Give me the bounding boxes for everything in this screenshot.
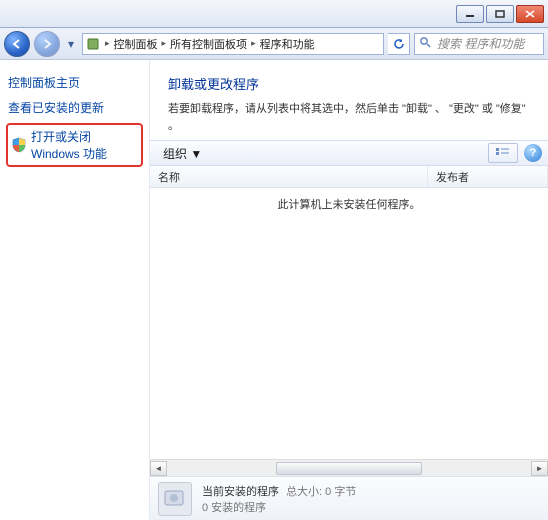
sidebar: 控制面板主页 查看已安装的更新 打开或关闭 Windows 功能 (0, 60, 150, 520)
organize-button[interactable]: 组织 ▼ (156, 142, 209, 165)
page-description: 若要卸载程序，请从列表中将其选中，然后单击 "卸载" 、 "更改" 或 "修复"… (168, 101, 534, 134)
crumb-arrow-icon: ▸ (103, 38, 112, 49)
address-bar[interactable]: ▸ 控制面板 ▸ 所有控制面板项 ▸ 程序和功能 (82, 33, 384, 55)
sidebar-link-windows-features[interactable]: 打开或关闭 Windows 功能 (6, 123, 143, 167)
organize-label: 组织 ▼ (163, 145, 202, 162)
breadcrumb-item[interactable]: 程序和功能 (258, 36, 317, 52)
footer-title: 当前安装的程序 (202, 486, 279, 498)
minimize-button[interactable] (456, 5, 484, 23)
sidebar-link-updates[interactable]: 查看已安装的更新 (6, 95, 143, 120)
footer-count: 0 安装的程序 (202, 499, 356, 515)
column-publisher[interactable]: 发布者 (428, 166, 548, 187)
sidebar-link-home[interactable]: 控制面板主页 (6, 70, 143, 95)
history-dropdown[interactable]: ▾ (64, 34, 78, 54)
footer-size: 总大小: 0 字节 (286, 486, 356, 498)
scroll-track[interactable] (167, 461, 531, 476)
list-header: 名称 发布者 (150, 166, 548, 188)
programs-icon (158, 482, 192, 516)
horizontal-scrollbar[interactable]: ◄ ► (150, 459, 548, 476)
window-titlebar (0, 0, 548, 28)
refresh-button[interactable] (388, 33, 410, 55)
status-footer: 当前安装的程序 总大小: 0 字节 0 安装的程序 (150, 476, 548, 520)
back-button[interactable] (4, 31, 30, 57)
forward-button[interactable] (34, 31, 60, 57)
search-placeholder: 搜索 程序和功能 (437, 35, 524, 52)
crumb-arrow-icon: ▸ (249, 38, 258, 49)
maximize-button[interactable] (486, 5, 514, 23)
scroll-right-button[interactable]: ► (531, 461, 548, 476)
column-name[interactable]: 名称 (150, 166, 428, 187)
search-icon (419, 36, 433, 51)
view-options-button[interactable] (488, 143, 518, 163)
crumb-arrow-icon: ▸ (160, 38, 169, 49)
page-heading: 卸载或更改程序 (168, 74, 534, 93)
list-toolbar: 组织 ▼ ? (150, 140, 548, 166)
location-icon (83, 37, 103, 51)
shield-icon (11, 137, 27, 153)
navigation-bar: ▾ ▸ 控制面板 ▸ 所有控制面板项 ▸ 程序和功能 搜索 程序和功能 (0, 28, 548, 60)
program-list: 此计算机上未安装任何程序。 (150, 188, 548, 459)
sidebar-item-label: 打开或关闭 Windows 功能 (31, 128, 138, 162)
breadcrumb-item[interactable]: 所有控制面板项 (168, 36, 249, 52)
empty-message: 此计算机上未安装任何程序。 (150, 188, 548, 212)
breadcrumb-item[interactable]: 控制面板 (112, 36, 160, 52)
main-panel: 卸载或更改程序 若要卸载程序，请从列表中将其选中，然后单击 "卸载" 、 "更改… (150, 60, 548, 520)
scroll-left-button[interactable]: ◄ (150, 461, 167, 476)
help-button[interactable]: ? (524, 144, 542, 162)
close-button[interactable] (516, 5, 544, 23)
scroll-thumb[interactable] (276, 462, 422, 475)
search-input[interactable]: 搜索 程序和功能 (414, 33, 544, 55)
